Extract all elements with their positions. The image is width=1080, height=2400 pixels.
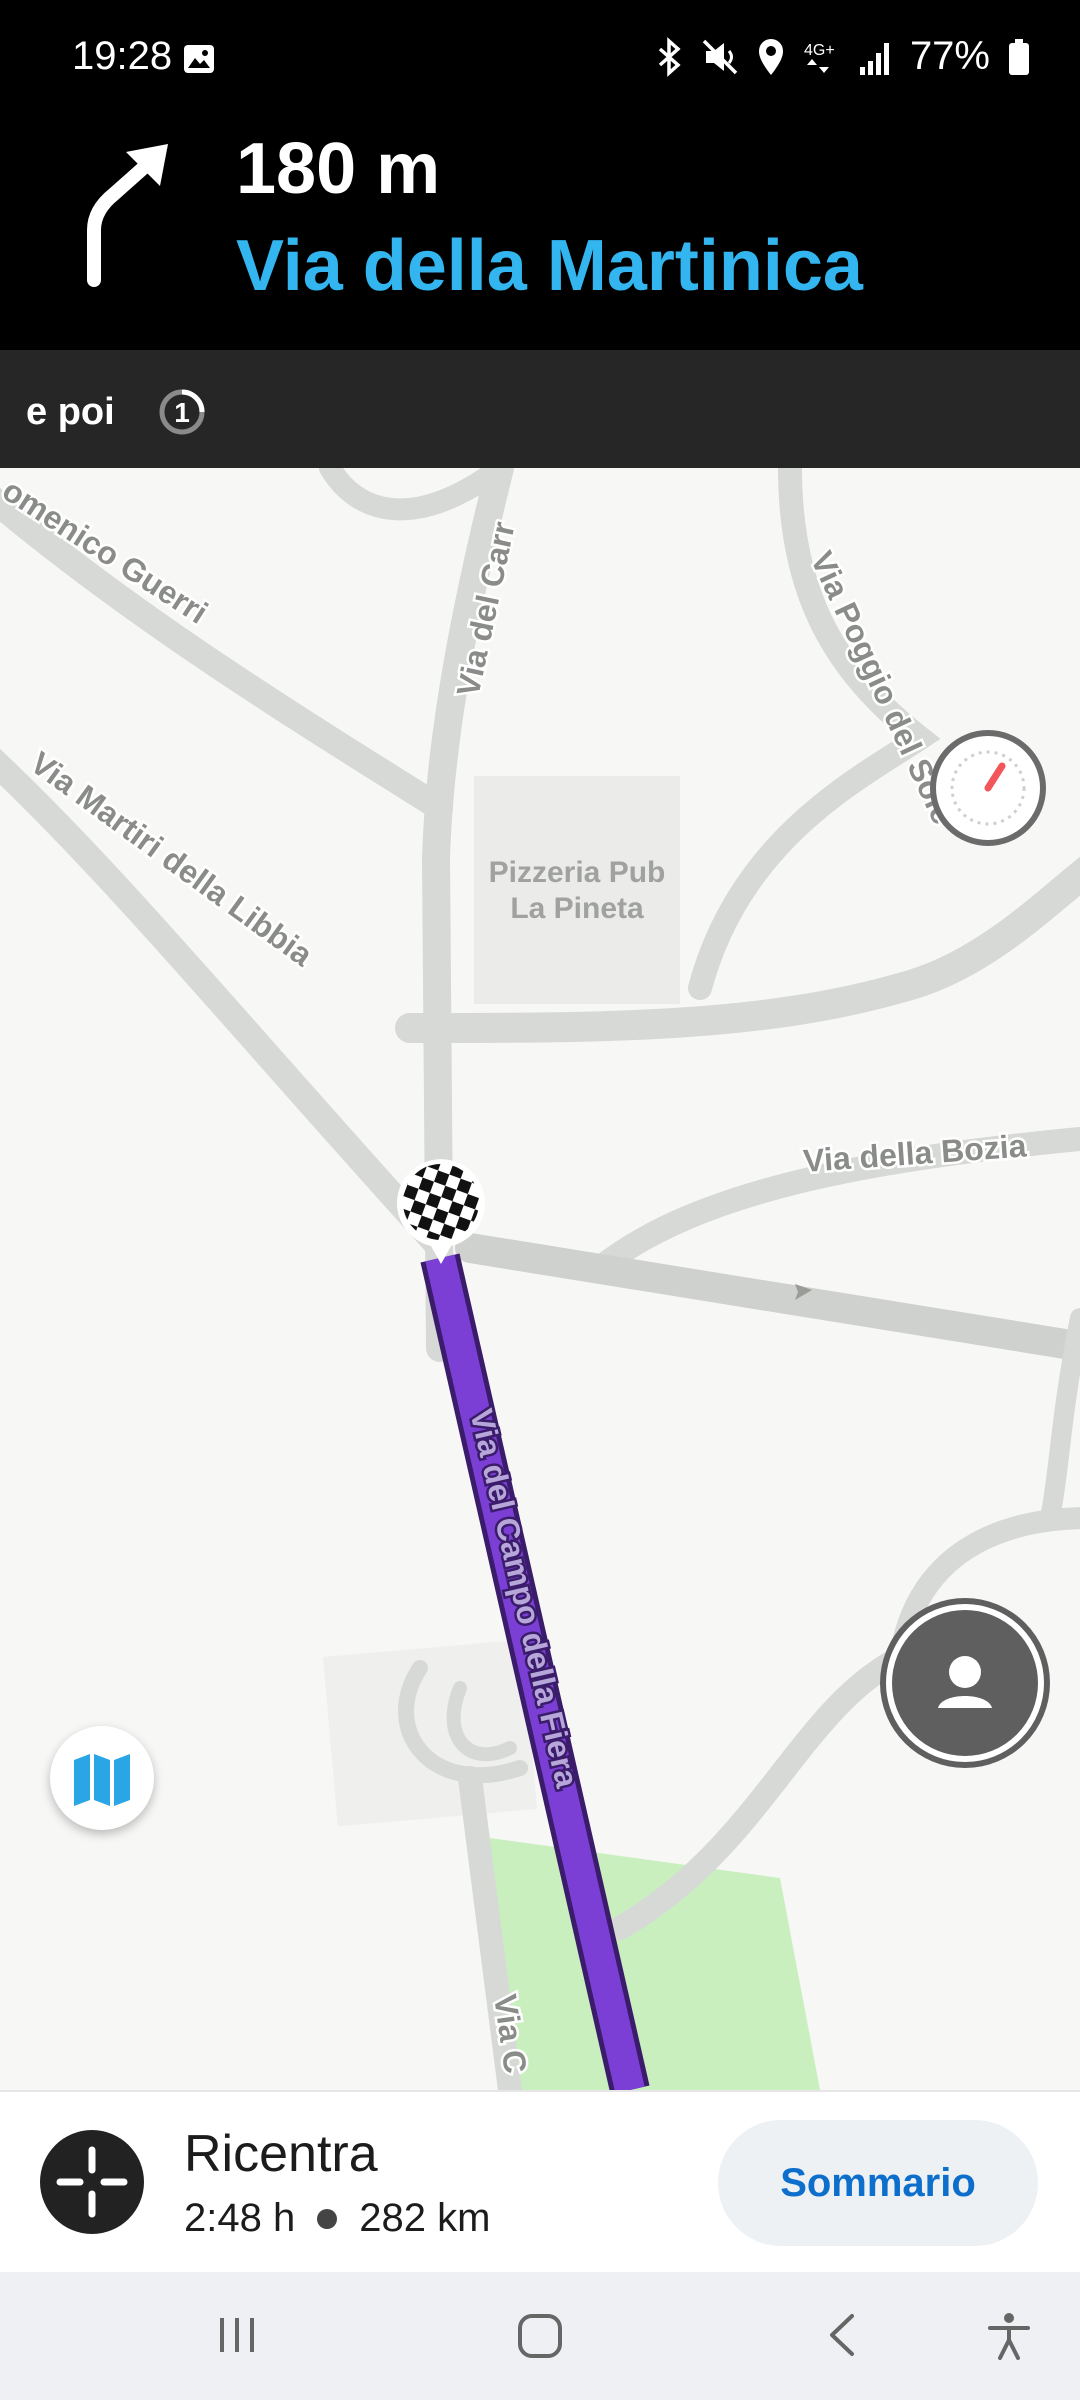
- turn-right-icon: [87, 140, 168, 287]
- battery-percent: 77%: [909, 34, 990, 78]
- status-bar: 19:28 4G+ 77%: [0, 0, 1080, 120]
- speedometer-icon: [950, 750, 1026, 826]
- poi-label-line1: Pizzeria Pub: [489, 856, 666, 889]
- trip-distance: 282 km: [359, 2196, 491, 2240]
- accessibility-icon[interactable]: [984, 2310, 1034, 2362]
- signal-icon: [859, 42, 889, 75]
- street-label-bozia: Via della Bozia: [802, 1127, 1028, 1179]
- location-icon: [758, 38, 783, 75]
- recenter-button[interactable]: [40, 2130, 144, 2234]
- recent-apps-icon[interactable]: [212, 2310, 262, 2360]
- map-icon: [74, 1754, 130, 1806]
- then-label: e poi: [26, 391, 115, 433]
- battery-icon: [1009, 38, 1029, 75]
- checkered-flag-icon: [397, 1159, 485, 1264]
- roundabout-exit-icon: 1: [159, 389, 205, 435]
- bluetooth-icon: [658, 36, 681, 77]
- trip-info: 2:48 h 282 km: [184, 2196, 490, 2241]
- image-icon: [184, 45, 214, 73]
- separator-dot: [317, 2208, 338, 2229]
- parking-area: [322, 1639, 538, 1827]
- poi-area: [474, 776, 680, 1004]
- status-time: 19:28: [72, 34, 173, 78]
- svg-text:4G+: 4G+: [804, 42, 835, 59]
- back-icon[interactable]: [818, 2310, 868, 2360]
- street-label-guerri: omenico Guerri: [0, 472, 214, 631]
- status-icons: 4G+ 77%: [654, 34, 1030, 79]
- person-icon: [938, 1656, 992, 1708]
- report-button[interactable]: [886, 1604, 1044, 1762]
- mute-icon: [702, 39, 738, 74]
- map-view[interactable]: omenico Guerri Via del Carr Via Poggio d…: [0, 468, 1080, 2090]
- system-nav-bar: [0, 2272, 1080, 2400]
- network-icon: 4G+: [804, 42, 835, 73]
- recenter-icon: [56, 2146, 128, 2218]
- home-icon[interactable]: [514, 2310, 566, 2362]
- maneuver-distance: 180 m: [236, 129, 441, 209]
- roundabout-exit-number: 1: [174, 397, 190, 428]
- speedometer-button[interactable]: [930, 730, 1046, 846]
- summary-button[interactable]: Sommario: [718, 2120, 1038, 2246]
- trip-duration: 2:48 h: [184, 2196, 296, 2240]
- maneuver-street: Via della Martinica: [236, 226, 863, 306]
- map-layers-button[interactable]: [50, 1726, 154, 1830]
- recenter-label[interactable]: Ricentra: [184, 2124, 378, 2184]
- poi-label-line2: La Pineta: [510, 892, 644, 925]
- map-canvas[interactable]: omenico Guerri Via del Carr Via Poggio d…: [0, 468, 1080, 2090]
- park-area: [490, 1838, 820, 2090]
